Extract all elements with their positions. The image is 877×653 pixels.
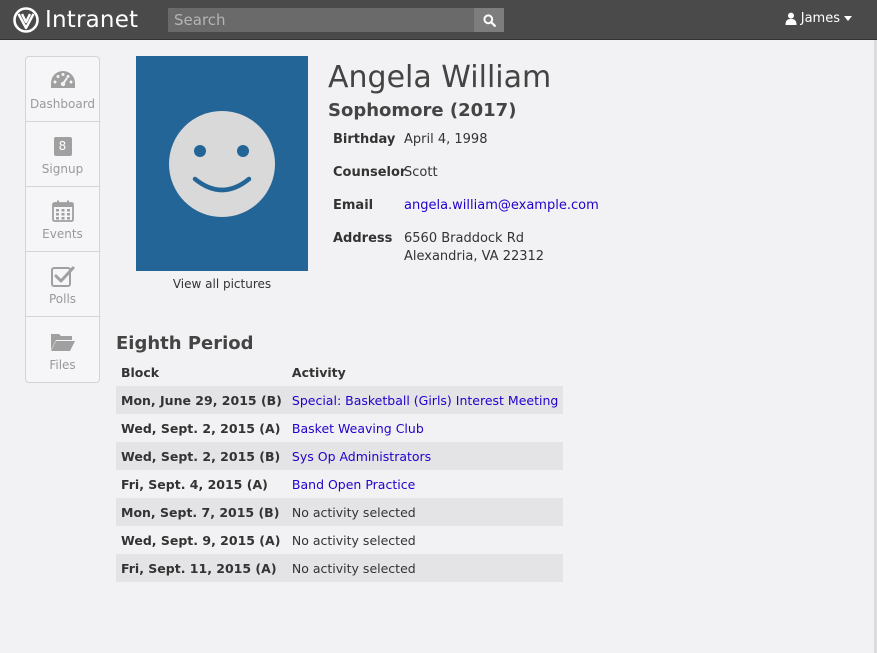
smiley-face-icon xyxy=(169,110,275,217)
activity-cell: No activity selected xyxy=(286,498,564,526)
table-row: Mon, Sept. 7, 2015 (B) No activity selec… xyxy=(116,498,564,526)
calendar-number-icon: 8 xyxy=(53,136,72,156)
search-icon xyxy=(482,13,496,27)
eighth-period-title: Eighth Period xyxy=(116,333,254,354)
user-icon xyxy=(785,12,797,25)
column-header-block: Block xyxy=(121,364,160,380)
block-cell: Wed, Sept. 2, 2015 (A) xyxy=(121,420,281,436)
counselor-value: Scott xyxy=(404,165,438,180)
email-link[interactable]: angela.william@example.com xyxy=(404,198,599,213)
block-cell: Fri, Sept. 4, 2015 (A) xyxy=(121,476,268,492)
activity-cell: Basket Weaving Club xyxy=(287,414,563,442)
view-all-pictures-link[interactable]: View all pictures xyxy=(136,277,308,291)
address-line-2: Alexandria, VA 22312 xyxy=(404,249,545,264)
nav-item-files[interactable]: Files xyxy=(26,317,99,382)
app-title: Intranet xyxy=(45,7,139,33)
intranet-logo-icon xyxy=(13,7,39,33)
block-cell: Wed, Sept. 9, 2015 (A) xyxy=(121,532,281,548)
folder-icon xyxy=(50,333,75,351)
nav-label: Polls xyxy=(48,292,77,306)
activity-link[interactable]: Basket Weaving Club xyxy=(292,421,424,436)
user-menu[interactable]: James xyxy=(785,11,852,26)
nav-item-signup[interactable]: 8 Signup xyxy=(26,122,99,187)
block-cell: Fri, Sept. 11, 2015 (A) xyxy=(116,554,287,582)
table-row: Fri, Sept. 11, 2015 (A) No activity sele… xyxy=(116,554,564,582)
nav-item-dashboard[interactable]: Dashboard xyxy=(26,57,99,122)
block-cell: Wed, Sept. 2, 2015 (B) xyxy=(116,442,287,470)
info-label: Address xyxy=(333,231,393,246)
info-label: Counselor xyxy=(333,165,407,180)
birthday-value: April 4, 1998 xyxy=(404,132,488,147)
address-line-1: 6560 Braddock Rd xyxy=(404,231,524,246)
activity-cell: No activity selected xyxy=(291,532,416,548)
activity-cell: No activity selected xyxy=(286,554,564,582)
eighth-period-table: Block Activity Mon, June 29, 2015 (B) Sp… xyxy=(116,358,564,582)
table-row: Mon, June 29, 2015 (B) Special: Basketba… xyxy=(116,386,564,414)
user-name: James xyxy=(800,11,840,26)
nav-item-polls[interactable]: Polls xyxy=(26,252,99,317)
profile-photo[interactable] xyxy=(136,56,308,271)
address-value: 6560 Braddock Rd Alexandria, VA 22312 xyxy=(404,230,544,266)
activity-link[interactable]: Special: Basketball (Girls) Interest Mee… xyxy=(292,393,558,408)
activity-link[interactable]: Sys Op Administrators xyxy=(292,449,431,464)
activity-cell: Special: Basketball (Girls) Interest Mee… xyxy=(286,386,564,414)
nav-item-events[interactable]: Events xyxy=(26,187,99,252)
table-row: Fri, Sept. 4, 2015 (A) Band Open Practic… xyxy=(116,470,563,498)
nav-label: Dashboard xyxy=(29,97,96,111)
calendar-icon xyxy=(51,200,74,222)
column-header-activity: Activity xyxy=(291,364,346,380)
table-row: Wed, Sept. 9, 2015 (A) No activity selec… xyxy=(116,526,563,554)
info-label: Email xyxy=(333,198,374,213)
search-input[interactable] xyxy=(168,8,474,32)
info-row-email: Email angela.william@example.com xyxy=(333,197,599,215)
logo[interactable]: Intranet xyxy=(12,6,138,34)
top-bar: Intranet James xyxy=(0,0,877,40)
table-row: Wed, Sept. 2, 2015 (B) Sys Op Administra… xyxy=(116,442,564,470)
nav-label: Signup xyxy=(41,162,84,176)
activity-cell: Sys Op Administrators xyxy=(286,442,564,470)
info-row-birthday: Birthday April 4, 1998 xyxy=(333,131,599,149)
nav-label: Events xyxy=(42,227,83,241)
info-row-counselor: Counselor Scott xyxy=(333,164,599,182)
side-nav: Dashboard 8 Signup Events Polls Files xyxy=(25,56,100,383)
block-cell: Mon, June 29, 2015 (B) xyxy=(116,386,287,414)
profile-info: Birthday April 4, 1998 Counselor Scott E… xyxy=(333,131,599,281)
dashboard-icon xyxy=(50,71,75,88)
info-label: Birthday xyxy=(333,132,396,147)
table-row: Wed, Sept. 2, 2015 (A) Basket Weaving Cl… xyxy=(116,414,563,442)
caret-down-icon xyxy=(844,16,852,21)
info-row-address: Address 6560 Braddock Rd Alexandria, VA … xyxy=(333,230,599,266)
student-name: Angela William xyxy=(328,60,552,95)
table-header-row: Block Activity xyxy=(116,358,563,386)
activity-link[interactable]: Band Open Practice xyxy=(292,477,415,492)
search-button[interactable] xyxy=(474,8,504,32)
student-grade: Sophomore (2017) xyxy=(328,100,517,121)
activity-cell: Band Open Practice xyxy=(287,470,563,498)
block-cell: Mon, Sept. 7, 2015 (B) xyxy=(116,498,287,526)
nav-label: Files xyxy=(49,357,76,372)
checkbox-icon xyxy=(50,266,74,287)
